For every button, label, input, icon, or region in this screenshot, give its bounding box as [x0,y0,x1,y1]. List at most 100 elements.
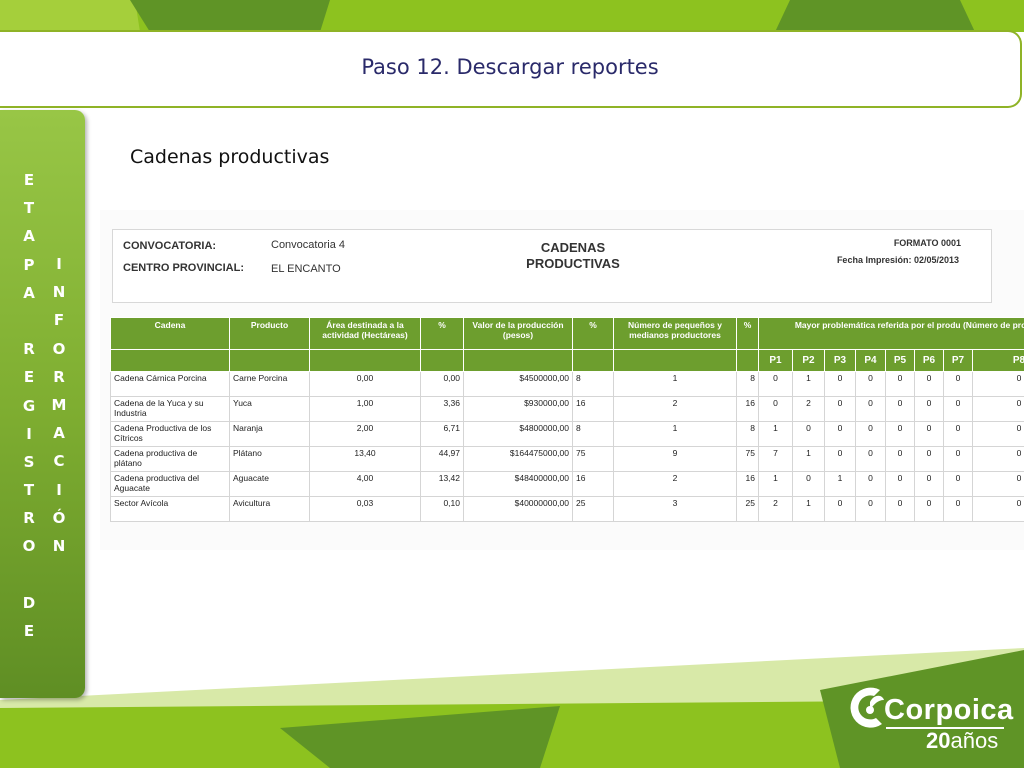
cell-p3: 0 [824,446,856,472]
cell-cadena: Cadena productiva de plátano [110,446,230,472]
header-producto: Producto [229,317,310,350]
logo-years-word: años [950,728,999,753]
side-letter: E [23,622,35,640]
cell-p8: 0 [972,421,1024,447]
side-letter: A [23,227,35,246]
cell-num: 2 [613,471,737,497]
side-letter: N [52,283,66,302]
cell-p4: 0 [855,396,886,422]
cell-num: 2 [613,396,737,422]
cell-p5: 0 [885,421,915,447]
cell-pct1: 6,71 [420,421,464,447]
header-pct-area: % [420,317,464,350]
slide-title: Paso 12. Descargar reportes [361,55,659,79]
subheader-p1: P1 [758,349,793,372]
cell-num: 1 [613,371,737,397]
cell-p4: 0 [855,421,886,447]
table-row: Cadena Productiva de los Cítricos Naranja… [110,421,1024,447]
cell-p7: 0 [943,396,973,422]
side-letter: T [23,199,35,218]
subheader-p6: P6 [914,349,944,372]
cell-producto: Yuca [229,396,310,422]
header-pct-valor: % [572,317,614,350]
side-letter: D [22,593,36,612]
side-letter: F [53,311,65,330]
cell-num: 3 [613,496,737,522]
side-letter: O [22,537,36,556]
subheader-p7: P7 [943,349,973,372]
cell-area: 0,00 [309,371,421,397]
cell-area: 2,00 [309,421,421,447]
side-letter: A [23,283,35,302]
cell-cadena: Cadena de la Yuca y su Industria [110,396,230,422]
cell-pct1: 3,36 [420,396,464,422]
header-pct-productores: % [736,317,759,350]
cell-pct3: 8 [736,421,759,447]
cell-valor: $48400000,00 [463,471,573,497]
cell-pct1: 0,00 [420,371,464,397]
cell-area: 13,40 [309,446,421,472]
corpoica-emblem-icon [850,687,884,728]
cell-p6: 0 [914,471,944,497]
side-letter: T [23,481,35,500]
subheader-p3: P3 [824,349,856,372]
cell-p7: 0 [943,446,973,472]
cadenas-table: Cadena Producto Área destinada a la activi… [110,317,1024,522]
side-panel: ETAPAREGISTRODE INFORMACIÓN [0,110,85,698]
subheader-empty [309,349,421,372]
cell-pct2: 16 [572,396,614,422]
cell-producto: Aguacate [229,471,310,497]
cell-producto: Carne Porcina [229,371,310,397]
cell-cadena: Cadena Cárnica Porcina [110,371,230,397]
cell-p6: 0 [914,496,944,522]
cell-pct2: 25 [572,496,614,522]
formato-code: FORMATO 0001 [893,238,961,248]
side-text-etapa-registro: ETAPAREGISTRODE [21,166,37,645]
centro-label: CENTRO PROVINCIAL: [123,262,244,274]
cell-cadena: Sector Avícola [110,496,230,522]
cell-valor: $4500000,00 [463,371,573,397]
cell-pct3: 16 [736,396,759,422]
cell-p6: 0 [914,396,944,422]
cell-valor: $164475000,00 [463,446,573,472]
table-row: Cadena productiva de plátano Plátano 13,40… [110,446,1024,472]
cell-producto: Naranja [229,421,310,447]
cell-p2: 1 [792,371,825,397]
cell-p1: 1 [758,471,793,497]
cell-p2: 1 [792,446,825,472]
report-title-line1: CADENAS [540,240,606,255]
cell-pct3: 75 [736,446,759,472]
cell-p5: 0 [885,371,915,397]
side-letter: N [52,536,66,555]
cell-p1: 7 [758,446,793,472]
cell-p5: 0 [885,446,915,472]
cell-p1: 0 [758,396,793,422]
side-letter: I [56,255,62,273]
side-letter: R [23,509,35,528]
cell-p3: 0 [824,396,856,422]
cell-p5: 0 [885,496,915,522]
cell-p2: 2 [792,396,825,422]
cell-num: 9 [613,446,737,472]
side-letter: P [23,255,35,274]
subheader-p4: P4 [855,349,886,372]
cell-p3: 0 [824,496,856,522]
cell-p3: 0 [824,421,856,447]
cell-valor: $930000,00 [463,396,573,422]
cell-pct2: 8 [572,371,614,397]
side-letter: C [53,452,65,471]
centro-value: EL ENCANTO [271,263,341,275]
side-letter: M [51,395,67,414]
convocatoria-label: CONVOCATORIA: [123,240,217,252]
header-area: Área destinada a la actividad (Hectáreas… [309,317,421,350]
cell-producto: Plátano [229,446,310,472]
side-letter: O [52,339,66,358]
side-letter: E [23,368,35,387]
header-problematica: Mayor problemática referida por el produ… [758,317,1024,350]
side-letter: Ó [52,508,66,527]
cell-area: 0,03 [309,496,421,522]
cell-pct2: 75 [572,446,614,472]
cell-p4: 0 [855,446,886,472]
logo-anniversary: 20años [926,728,998,754]
cell-pct1: 0,10 [420,496,464,522]
